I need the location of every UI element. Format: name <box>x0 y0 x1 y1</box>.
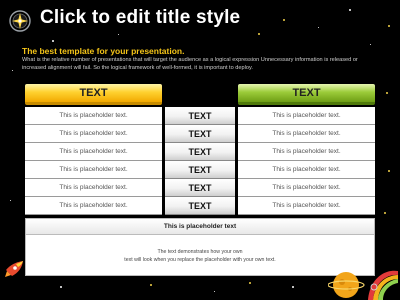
subtitle: The best template for your presentation. <box>22 46 185 56</box>
middle-cell: TEXT <box>165 179 235 197</box>
left-column: This is placeholder text. This is placeh… <box>25 107 162 215</box>
star <box>150 284 152 286</box>
sparkle-icon <box>9 10 31 32</box>
bottom-text-box: This is placeholder text The text demons… <box>25 218 375 276</box>
middle-cell: TEXT <box>165 161 235 179</box>
left-cell: This is placeholder text. <box>25 179 162 197</box>
bottom-line: text will look when you replace the plac… <box>124 256 276 263</box>
middle-cell: TEXT <box>165 197 235 215</box>
left-cell: This is placeholder text. <box>25 197 162 215</box>
left-cell: This is placeholder text. <box>25 125 162 143</box>
planet-icon <box>328 270 398 300</box>
left-cell: This is placeholder text. <box>25 107 162 125</box>
right-cell: This is placeholder text. <box>238 107 375 125</box>
left-cell: This is placeholder text. <box>25 161 162 179</box>
right-column-header: TEXT <box>238 84 375 105</box>
right-cell: This is placeholder text. <box>238 143 375 161</box>
left-column-header: TEXT <box>25 84 162 105</box>
star <box>318 27 319 28</box>
bottom-line: The text demonstrates how your own <box>157 249 243 255</box>
star <box>292 286 294 288</box>
star <box>384 212 386 214</box>
star <box>386 92 388 94</box>
star <box>370 44 371 45</box>
middle-cell: TEXT <box>165 107 235 125</box>
right-column: This is placeholder text. This is placeh… <box>238 107 375 215</box>
star <box>258 33 260 35</box>
star <box>10 200 11 201</box>
slide: Click to edit title style The best templ… <box>0 0 400 300</box>
right-cell: This is placeholder text. <box>238 197 375 215</box>
middle-cell: TEXT <box>165 125 235 143</box>
star <box>388 25 390 27</box>
star <box>12 70 13 71</box>
middle-cell: TEXT <box>165 143 235 161</box>
star <box>388 170 390 172</box>
left-cell: This is placeholder text. <box>25 143 162 161</box>
middle-column: TEXT TEXT TEXT TEXT TEXT TEXT <box>165 107 235 215</box>
page-title[interactable]: Click to edit title style <box>40 7 240 29</box>
star <box>214 291 215 292</box>
right-cell: This is placeholder text. <box>238 161 375 179</box>
right-cell: This is placeholder text. <box>238 125 375 143</box>
bottom-heading: This is placeholder text <box>26 219 374 235</box>
description-text: What is the relative number of presentat… <box>22 57 358 71</box>
star <box>52 40 54 42</box>
bottom-body: The text demonstrates how your own text … <box>26 249 374 264</box>
star <box>249 282 251 284</box>
star <box>283 19 285 21</box>
right-cell: This is placeholder text. <box>238 179 375 197</box>
star <box>118 34 119 35</box>
rocket-icon <box>5 261 23 277</box>
star <box>60 286 62 288</box>
star <box>349 9 351 11</box>
